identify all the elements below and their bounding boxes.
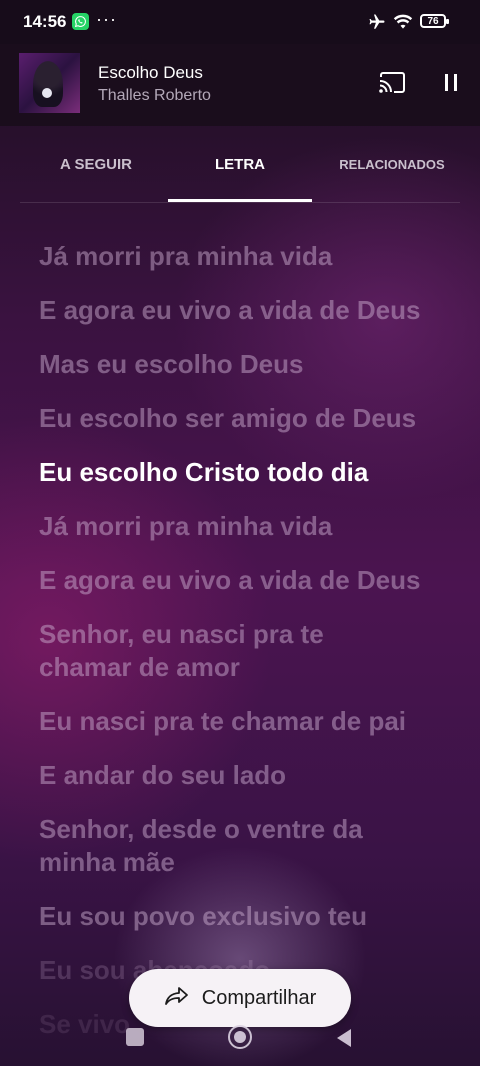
lyric-line: Já morri pra minha vida bbox=[39, 511, 333, 541]
lyric-line: Eu escolho ser amigo de Deus bbox=[39, 403, 417, 433]
lyric-line: E agora eu vivo a vida de Deus bbox=[39, 295, 421, 325]
tab-lyrics[interactable]: LETRA bbox=[168, 126, 312, 202]
share-label: Compartilhar bbox=[201, 986, 317, 1009]
cast-icon[interactable] bbox=[378, 71, 406, 95]
lyric-line: Eu nasci pra te chamar de pai bbox=[39, 706, 407, 736]
pause-bar-right bbox=[454, 74, 457, 91]
tab-bar: A SEGUIR LETRA RELACIONADOS bbox=[0, 126, 480, 204]
song-artist: Thalles Roberto bbox=[98, 87, 211, 104]
lyric-line: Já morri pra minha vida bbox=[39, 241, 333, 271]
now-playing-bar[interactable]: Escolho Deus Thalles Roberto bbox=[0, 44, 480, 126]
pause-bar-left bbox=[445, 74, 448, 91]
pause-icon[interactable] bbox=[440, 71, 462, 95]
album-art[interactable] bbox=[19, 53, 80, 113]
status-time: 14:56 bbox=[23, 12, 67, 31]
share-icon bbox=[164, 985, 190, 1012]
lyrics-list[interactable]: Já morri pra minha vida E agora eu vivo … bbox=[0, 204, 480, 1066]
lyric-line: Eu sou povo exclusivo teu bbox=[39, 901, 367, 931]
album-art-figure bbox=[33, 61, 63, 107]
airplane-icon bbox=[366, 13, 388, 36]
lyrics-sheet: A SEGUIR LETRA RELACIONADOS Já morri pra… bbox=[0, 126, 480, 1066]
song-title: Escolho Deus bbox=[98, 63, 203, 82]
lyric-line: Senhor, desde o ventre da minha mãe bbox=[39, 814, 363, 877]
lyric-line: Mas eu escolho Deus bbox=[39, 349, 304, 379]
tab-divider bbox=[20, 202, 460, 203]
lyric-line: E agora eu vivo a vida de Deus bbox=[39, 565, 421, 595]
back-icon[interactable] bbox=[334, 1027, 354, 1054]
home-icon[interactable] bbox=[228, 1025, 252, 1049]
lyric-line: Senhor, eu nasci pra te chamar de amor bbox=[39, 619, 324, 682]
battery-icon: 76 bbox=[420, 14, 449, 28]
status-bar: 14:56 ··· 76 bbox=[0, 0, 480, 44]
whatsapp-icon bbox=[72, 13, 89, 30]
album-art-logo bbox=[42, 88, 52, 98]
tab-up-next[interactable]: A SEGUIR bbox=[22, 126, 170, 202]
recents-icon[interactable] bbox=[126, 1028, 144, 1046]
lyric-line: E andar do seu lado bbox=[39, 760, 287, 790]
wifi-icon bbox=[393, 13, 413, 36]
tab-related[interactable]: RELACIONADOS bbox=[318, 126, 466, 202]
lyric-line-current: Eu escolho Cristo todo dia bbox=[39, 457, 369, 487]
system-nav-bar bbox=[0, 1014, 480, 1066]
notification-overflow-dots: ··· bbox=[96, 9, 117, 29]
